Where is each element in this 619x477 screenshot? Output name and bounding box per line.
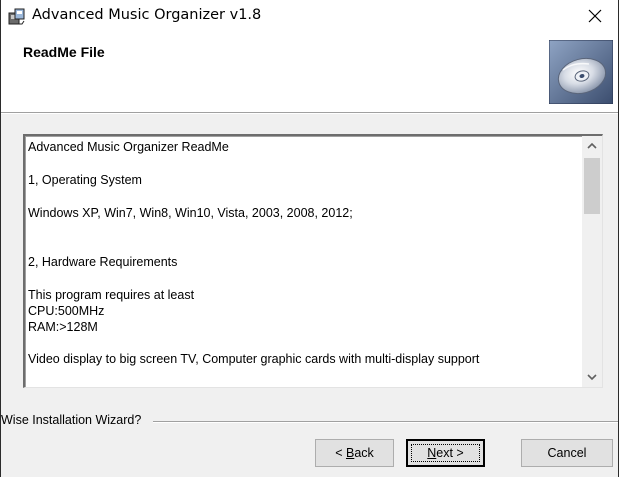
header-divider <box>1 112 618 114</box>
close-icon <box>588 9 602 26</box>
close-button[interactable] <box>572 0 618 34</box>
focus-rectangle <box>411 444 480 462</box>
cancel-button[interactable]: Cancel <box>521 439 613 467</box>
installer-window: Advanced Music Organizer v1.8 ReadMe Fil… <box>0 0 619 477</box>
readme-textbox[interactable]: Advanced Music Organizer ReadMe 1, Opera… <box>23 134 603 388</box>
readme-line: 2, Hardware Requirements <box>28 255 178 269</box>
scrollbar-thumb[interactable] <box>584 158 600 214</box>
readme-line: Video display to big screen TV, Computer… <box>28 352 480 366</box>
readme-line: CPU:500MHz <box>28 304 105 318</box>
readme-content[interactable]: Advanced Music Organizer ReadMe 1, Opera… <box>28 139 578 385</box>
scroll-up-button[interactable] <box>582 136 602 156</box>
page-header: ReadMe File <box>1 34 618 112</box>
wizard-group-label: Wise Installation Wizard? <box>1 413 148 427</box>
page-title: ReadMe File <box>23 44 105 60</box>
chevron-down-icon <box>587 370 597 384</box>
next-button[interactable]: Next > <box>406 439 485 467</box>
back-button[interactable]: < Back <box>315 439 394 467</box>
readme-line: RAM:>128M <box>28 320 98 334</box>
readme-line: This program requires at least <box>28 288 195 302</box>
readme-line: Windows XP, Win7, Win8, Win10, Vista, 20… <box>28 206 353 220</box>
readme-line: 1, Operating System <box>28 173 142 187</box>
group-divider <box>153 421 618 423</box>
readme-line: Advanced Music Organizer ReadMe <box>28 140 229 154</box>
cd-disc-icon <box>548 39 614 105</box>
back-button-label: < Back <box>335 446 374 460</box>
title-bar[interactable]: Advanced Music Organizer v1.8 <box>1 0 618 34</box>
installer-icon <box>8 8 26 26</box>
vertical-scrollbar[interactable] <box>582 136 602 387</box>
window-title: Advanced Music Organizer v1.8 <box>32 7 262 23</box>
scroll-down-button[interactable] <box>582 367 602 387</box>
chevron-up-icon <box>587 139 597 153</box>
